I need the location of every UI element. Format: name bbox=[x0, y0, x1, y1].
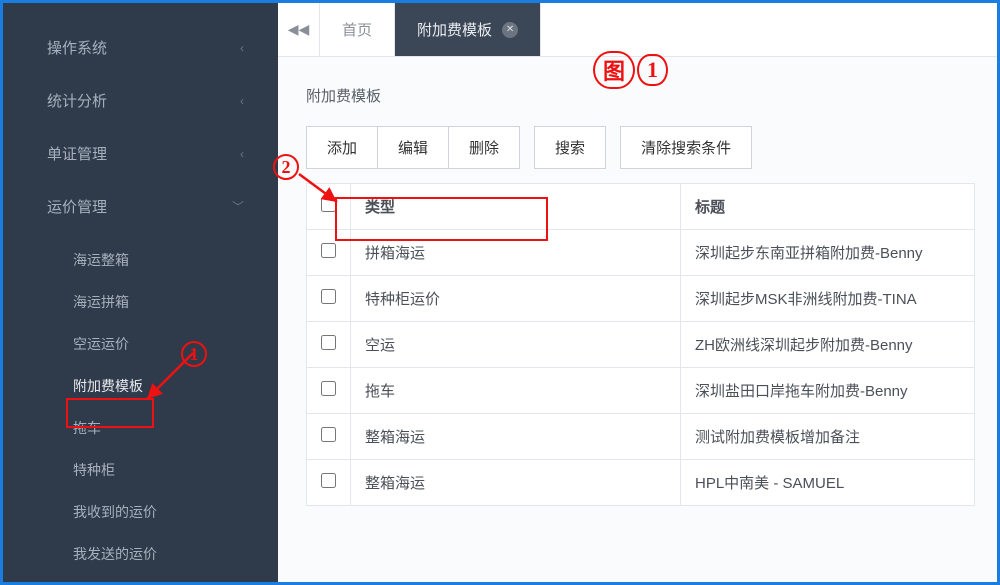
cell-title: 深圳盐田口岸拖车附加费-Benny bbox=[681, 368, 975, 414]
sidebar-item-special[interactable]: 特种柜 bbox=[3, 449, 278, 491]
chevron-left-icon: ‹ bbox=[240, 147, 244, 161]
menu-label: 单证管理 bbox=[47, 143, 107, 164]
cell-type: 拼箱海运 bbox=[351, 230, 681, 276]
toolbar: 添加 编辑 删除 搜索 清除搜索条件 bbox=[306, 126, 975, 169]
row-checkbox[interactable] bbox=[321, 473, 336, 488]
chevron-down-icon: ﹀ bbox=[232, 198, 244, 215]
table-header-row: 类型 标题 bbox=[307, 184, 975, 230]
content: 附加费模板 添加 编辑 删除 搜索 清除搜索条件 类型 标题 bbox=[278, 57, 997, 582]
menu-label: 操作系统 bbox=[47, 37, 107, 58]
sidebar-item-trailer[interactable]: 拖车 bbox=[3, 407, 278, 449]
row-checkbox[interactable] bbox=[321, 335, 336, 350]
row-checkbox-cell bbox=[307, 368, 351, 414]
clear-search-button[interactable]: 清除搜索条件 bbox=[620, 126, 752, 169]
row-checkbox-cell bbox=[307, 276, 351, 322]
row-checkbox[interactable] bbox=[321, 427, 336, 442]
row-checkbox-cell bbox=[307, 230, 351, 276]
cell-type: 整箱海运 bbox=[351, 414, 681, 460]
table-row[interactable]: 拖车深圳盐田口岸拖车附加费-Benny bbox=[307, 368, 975, 414]
table-row[interactable]: 空运ZH欧洲线深圳起步附加费-Benny bbox=[307, 322, 975, 368]
chevron-left-icon: ‹ bbox=[240, 94, 244, 108]
add-button[interactable]: 添加 bbox=[307, 127, 378, 168]
menu-label: 运价管理 bbox=[47, 196, 107, 217]
sidebar-item-label: 我收到的运价 bbox=[73, 504, 157, 520]
sidebar-item-label: 空运运价 bbox=[73, 336, 129, 352]
sidebar-item-air[interactable]: 空运运价 bbox=[3, 323, 278, 365]
sidebar-item-label: 海运整箱 bbox=[73, 252, 129, 268]
sidebar: 操作系统 ‹ 统计分析 ‹ 单证管理 ‹ 运价管理 ﹀ 海运整箱 海运拼箱 空运… bbox=[3, 3, 278, 582]
table-row[interactable]: 整箱海运HPL中南美 - SAMUEL bbox=[307, 460, 975, 506]
sidebar-item-lcl[interactable]: 海运拼箱 bbox=[3, 281, 278, 323]
menu-statistics[interactable]: 统计分析 ‹ bbox=[3, 74, 278, 127]
cell-title: 深圳起步MSK非洲线附加费-TINA bbox=[681, 276, 975, 322]
table-row[interactable]: 拼箱海运深圳起步东南亚拼箱附加费-Benny bbox=[307, 230, 975, 276]
cell-type: 拖车 bbox=[351, 368, 681, 414]
cell-type: 空运 bbox=[351, 322, 681, 368]
double-chevron-left-icon: ◀◀ bbox=[288, 21, 310, 38]
tab-surcharge-template[interactable]: 附加费模板 ✕ bbox=[395, 3, 541, 56]
sidebar-item-label: 我发送的运价 bbox=[73, 546, 157, 562]
delete-button[interactable]: 删除 bbox=[449, 127, 519, 168]
sidebar-item-label: 特种柜 bbox=[73, 462, 115, 478]
sidebar-item-label: 拖车 bbox=[73, 420, 101, 436]
page-title: 附加费模板 bbox=[306, 85, 975, 106]
select-all-cell bbox=[307, 184, 351, 230]
tab-back-button[interactable]: ◀◀ bbox=[278, 3, 320, 56]
close-icon[interactable]: ✕ bbox=[502, 22, 518, 38]
submenu-freight: 海运整箱 海运拼箱 空运运价 附加费模板 拖车 特种柜 我收到的运价 我发送的运… bbox=[3, 233, 278, 585]
select-all-checkbox[interactable] bbox=[321, 197, 336, 212]
row-checkbox-cell bbox=[307, 460, 351, 506]
menu-documents[interactable]: 单证管理 ‹ bbox=[3, 127, 278, 180]
row-checkbox[interactable] bbox=[321, 289, 336, 304]
cell-title: HPL中南美 - SAMUEL bbox=[681, 460, 975, 506]
row-checkbox-cell bbox=[307, 414, 351, 460]
cell-type: 整箱海运 bbox=[351, 460, 681, 506]
sidebar-item-label: 海运拼箱 bbox=[73, 294, 129, 310]
row-checkbox[interactable] bbox=[321, 243, 336, 258]
tab-bar: ◀◀ 首页 附加费模板 ✕ bbox=[278, 3, 997, 57]
edit-button-group: 添加 编辑 删除 bbox=[306, 126, 520, 169]
cell-title: ZH欧洲线深圳起步附加费-Benny bbox=[681, 322, 975, 368]
row-checkbox[interactable] bbox=[321, 381, 336, 396]
sidebar-item-surcharge-template[interactable]: 附加费模板 bbox=[3, 365, 278, 407]
column-type: 类型 bbox=[351, 184, 681, 230]
sidebar-item-label: 附加费模板 bbox=[73, 376, 143, 396]
tab-label: 首页 bbox=[342, 19, 372, 40]
sidebar-item-received[interactable]: 我收到的运价 bbox=[3, 491, 278, 533]
table-row[interactable]: 整箱海运测试附加费模板增加备注 bbox=[307, 414, 975, 460]
table-row[interactable]: 特种柜运价深圳起步MSK非洲线附加费-TINA bbox=[307, 276, 975, 322]
data-table: 类型 标题 拼箱海运深圳起步东南亚拼箱附加费-Benny特种柜运价深圳起步MSK… bbox=[306, 183, 975, 506]
cell-title: 深圳起步东南亚拼箱附加费-Benny bbox=[681, 230, 975, 276]
tab-label: 附加费模板 bbox=[417, 19, 492, 40]
column-title: 标题 bbox=[681, 184, 975, 230]
cell-type: 特种柜运价 bbox=[351, 276, 681, 322]
sidebar-item-sent[interactable]: 我发送的运价 bbox=[3, 533, 278, 575]
tab-home[interactable]: 首页 bbox=[320, 3, 395, 56]
cell-title: 测试附加费模板增加备注 bbox=[681, 414, 975, 460]
edit-button[interactable]: 编辑 bbox=[378, 127, 449, 168]
search-button[interactable]: 搜索 bbox=[534, 126, 606, 169]
menu-freight[interactable]: 运价管理 ﹀ bbox=[3, 180, 278, 233]
sidebar-item-fcl[interactable]: 海运整箱 bbox=[3, 239, 278, 281]
menu-label: 统计分析 bbox=[47, 90, 107, 111]
row-checkbox-cell bbox=[307, 322, 351, 368]
chevron-left-icon: ‹ bbox=[240, 41, 244, 55]
main-area: ◀◀ 首页 附加费模板 ✕ 附加费模板 添加 编辑 删除 搜索 清除搜索条件 bbox=[278, 3, 997, 582]
menu-operating-system[interactable]: 操作系统 ‹ bbox=[3, 21, 278, 74]
